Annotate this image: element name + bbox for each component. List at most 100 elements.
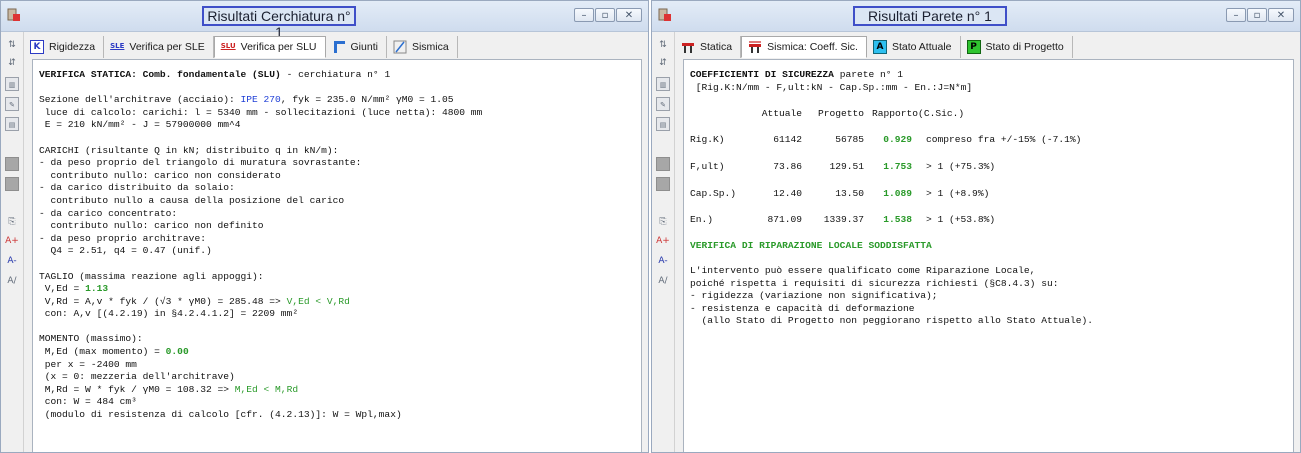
app-icon (658, 8, 671, 21)
tab-label: Sismica (411, 41, 449, 53)
report-text-area[interactable]: VERIFICA STATICA: Comb. fondamentale (SL… (32, 59, 642, 452)
font-decrease-icon[interactable]: A- (5, 254, 19, 268)
note-cell: > 1 (+53.8%) (926, 214, 996, 226)
tab-verifica-sle[interactable]: SLE Verifica per SLE (104, 36, 214, 58)
gray-box-icon[interactable] (5, 157, 19, 171)
report-line: CARICHI (risultante Q in kN; distribuito… (39, 144, 339, 156)
report-line: contributo nullo: carico non definito (39, 220, 264, 232)
note-cell: > 1 (+8.9%) (926, 187, 990, 199)
report-line: M,Ed (max momento) = 0.00 (39, 346, 641, 359)
report-line: - da carico distribuito da solaio: (39, 182, 235, 194)
layout-icon[interactable]: ⇵ (656, 56, 670, 70)
text: V,Ed = (39, 283, 86, 295)
cell: 73.86 (773, 160, 802, 172)
value: 1.13 (85, 283, 109, 295)
report-line: - da carico concentrato: (39, 207, 178, 219)
report-line: poiché rispetta i requisiti di sicurezza… (690, 277, 1059, 289)
slu-icon: SLU (220, 42, 236, 50)
check-result: M,Ed < M,Rd (234, 383, 299, 395)
tab-label: Stato Attuale (891, 41, 952, 53)
row-name: En.) (690, 214, 714, 226)
report-line: (modulo di resistenza di calcolo [cfr. (… (39, 409, 402, 421)
tab-label: Rigidezza (49, 41, 96, 53)
result-tabs: K Rigidezza SLE Verifica per SLE SLU Ver… (24, 35, 648, 59)
report-line: (allo Stato di Progetto non peggiorano r… (690, 315, 1094, 327)
copy-icon[interactable]: ⎘ (5, 215, 19, 229)
table-icon[interactable]: ▤ (5, 117, 19, 131)
row-name: Rig.K) (690, 134, 725, 146)
minimize-button[interactable]: – (574, 8, 594, 22)
tab-verifica-slu[interactable]: SLU Verifica per SLU (213, 36, 326, 58)
maximize-button[interactable]: ▫ (1247, 8, 1267, 22)
tab-statica[interactable]: Statica (675, 36, 742, 58)
font-decrease-icon[interactable]: A- (656, 254, 670, 268)
font-italic-icon[interactable]: A/ (656, 274, 670, 288)
report-line: V,Ed = 1.13 (39, 283, 641, 296)
layout-icon[interactable]: ⇅ (656, 38, 670, 52)
layout-icon[interactable]: ⇅ (5, 38, 19, 52)
chart-icon[interactable]: ▥ (5, 77, 19, 91)
stato-attuale-icon: A (872, 40, 887, 54)
cell: 1339.37 (823, 214, 864, 226)
font-increase-icon[interactable]: A+ (5, 234, 19, 248)
profile-link[interactable]: IPE 270 (241, 94, 281, 105)
tab-stato-attuale[interactable]: A Stato Attuale (867, 36, 961, 58)
tab-sismica[interactable]: Sismica (387, 36, 458, 58)
row-name: F,ult) (690, 160, 725, 172)
units-line: [Rig.K:N/mm - F,ult:kN - Cap.Sp.:mm - En… (690, 81, 973, 93)
maximize-button[interactable]: ▫ (595, 8, 615, 22)
chart-icon[interactable]: ▥ (656, 77, 670, 91)
edit-icon[interactable]: ✎ (5, 97, 19, 111)
column-header: Rapporto(C.Sic.) (872, 107, 965, 119)
vertical-toolbar: ⇅ ⇵ ▥ ✎ ▤ ⎘ A+ A- A/ (652, 32, 675, 452)
copy-icon[interactable]: ⎘ (656, 215, 670, 229)
minimize-button[interactable]: – (1226, 8, 1246, 22)
table-row: F,ult) 73.86 129.51 1.753 > 1 (+75.3%) (690, 160, 1293, 174)
tab-label: Sismica: Coeff. Sic. (767, 41, 858, 53)
report-line: - da peso proprio architrave: (39, 232, 206, 244)
font-italic-icon[interactable]: A/ (5, 274, 19, 288)
section-heading: VERIFICA STATICA: Comb. fondamentale (SL… (39, 69, 281, 80)
sle-icon: SLE (110, 42, 125, 50)
gray-box-icon[interactable] (656, 157, 670, 171)
close-button[interactable]: ✕ (616, 8, 642, 22)
layout-icon[interactable]: ⇵ (5, 56, 19, 70)
statica-icon (682, 43, 694, 53)
cell: 12.40 (773, 187, 802, 199)
report-line: MOMENTO (massimo): (39, 333, 143, 345)
tab-giunti[interactable]: Giunti (326, 36, 387, 58)
titlebar[interactable]: Risultati Parete n° 1 – ▫ ✕ (652, 1, 1300, 32)
window-parete: Risultati Parete n° 1 – ▫ ✕ ⇅ ⇵ ▥ ✎ ▤ ⎘ … (651, 0, 1301, 453)
report-line: V,Rd = A,v * fyk / (√3 * γM0) = 285.48 =… (39, 296, 641, 309)
section-heading: COEFFICIENTI DI SICUREZZA (690, 69, 834, 80)
tab-rigidezza[interactable]: K Rigidezza (24, 36, 105, 58)
font-increase-icon[interactable]: A+ (656, 234, 670, 248)
gray-box-icon[interactable] (5, 177, 19, 191)
result-tabs: Statica Sismica: Coeff. Sic. A Stato Att… (675, 35, 1300, 59)
report-line: luce di calcolo: carichi: l = 5340 mm - … (39, 106, 483, 118)
report-line: TAGLIO (massima reazione agli appoggi): (39, 270, 264, 282)
table-row: En.) 871.09 1339.37 1.538 > 1 (+53.8%) (690, 213, 1293, 227)
report-text-area[interactable]: COEFFICIENTI DI SICUREZZA parete n° 1 [R… (683, 59, 1294, 452)
app-icon (7, 8, 20, 21)
table-icon[interactable]: ▤ (656, 117, 670, 131)
cell: 129.51 (829, 160, 864, 172)
report-line: (x = 0: mezzeria dell'architrave) (39, 371, 235, 383)
value: 0.00 (165, 346, 189, 358)
report-line: VERIFICA STATICA: Comb. fondamentale (SL… (39, 69, 641, 82)
cell: 13.50 (835, 187, 864, 199)
text: M,Ed (max momento) = (39, 346, 166, 358)
report-line: COEFFICIENTI DI SICUREZZA parete n° 1 (690, 69, 1293, 82)
text: Sezione dell'architrave (acciaio): (39, 94, 241, 106)
column-header: Progetto (817, 107, 864, 119)
gray-box-icon[interactable] (656, 177, 670, 191)
titlebar[interactable]: Risultati Cerchiatura n° 1 – ▫ ✕ (1, 1, 648, 40)
report-line: L'intervento può essere qualificato come… (690, 264, 1036, 276)
edit-icon[interactable]: ✎ (656, 97, 670, 111)
table-row: Cap.Sp.) 12.40 13.50 1.089 > 1 (+8.9%) (690, 187, 1293, 201)
tab-sismica-coeff[interactable]: Sismica: Coeff. Sic. (741, 36, 867, 58)
k-icon: K (30, 40, 44, 54)
tab-label: Verifica per SLE (129, 41, 205, 53)
close-button[interactable]: ✕ (1268, 8, 1294, 22)
tab-stato-progetto[interactable]: P Stato di Progetto (961, 36, 1073, 58)
